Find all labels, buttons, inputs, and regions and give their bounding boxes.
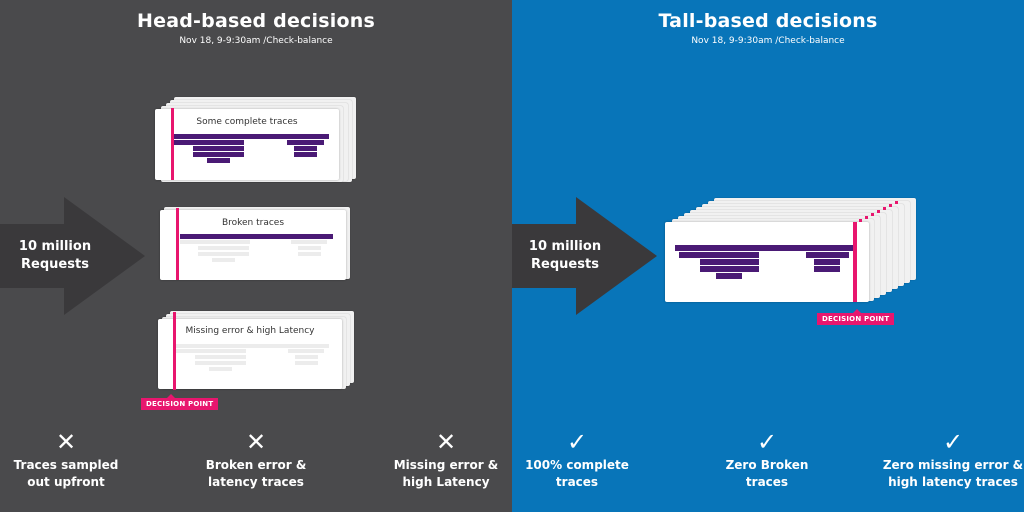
head-based-title: Head-based decisions — [137, 10, 375, 32]
requests-count: 10 million — [18, 239, 92, 254]
check-icon: ✓ — [942, 428, 964, 456]
decision-point-badge: DECISION POINT — [817, 309, 895, 325]
result-text: traces — [745, 475, 789, 489]
result-text: high latency traces — [888, 475, 1018, 489]
card-label-missing: Missing error & high Latency — [185, 326, 315, 336]
tail-based-subtitle: Nov 18, 9-9:30am /Check-balance — [691, 36, 845, 46]
requests-word: Requests — [21, 257, 89, 272]
x-icon: ✕ — [245, 428, 267, 456]
head-based-panel: Head-based decisions Nov 18, 9-9:30am /C… — [0, 0, 512, 512]
card-label-broken: Broken traces — [221, 218, 285, 228]
x-icon: ✕ — [55, 428, 77, 456]
check-icon: ✓ — [566, 428, 588, 456]
result-zero-broken: ✓ Zero Broken traces — [692, 427, 842, 491]
result-text: out upfront — [27, 475, 105, 489]
x-icon: ✕ — [435, 428, 457, 456]
result-text: Broken error & — [205, 458, 307, 472]
decision-point-badge: DECISION POINT — [141, 394, 219, 410]
card-label-complete: Some complete traces — [196, 117, 298, 127]
result-text: Traces sampled — [13, 458, 119, 472]
requests-count: 10 million — [528, 239, 602, 254]
check-icon: ✓ — [756, 428, 778, 456]
decision-line — [176, 208, 179, 280]
requests-label: 10 million Requests — [520, 238, 610, 274]
result-text: traces — [555, 475, 599, 489]
requests-word: Requests — [531, 257, 599, 272]
decision-line — [173, 312, 176, 390]
result-text: Zero missing error & — [882, 458, 1024, 472]
result-text: Missing error & — [393, 458, 499, 472]
result-text: Zero Broken — [725, 458, 809, 472]
head-based-subtitle: Nov 18, 9-9:30am /Check-balance — [179, 36, 333, 46]
tail-based-title: Tall-based decisions — [658, 10, 878, 32]
result-text: 100% complete — [525, 458, 629, 472]
result-text: high Latency — [402, 475, 490, 489]
result-text: latency traces — [208, 475, 304, 489]
result-broken: ✕ Broken error & latency traces — [181, 427, 331, 491]
decision-line — [853, 222, 857, 302]
requests-label: 10 million Requests — [10, 238, 100, 274]
result-complete: ✓ 100% complete traces — [502, 427, 652, 491]
tail-based-panel: Tall-based decisions Nov 18, 9-9:30am /C… — [512, 0, 1024, 512]
decision-line — [171, 108, 174, 180]
result-sampled-out: ✕ Traces sampled out upfront — [0, 427, 141, 491]
result-missing: ✕ Missing error & high Latency — [371, 427, 521, 491]
result-zero-missing: ✓ Zero missing error & high latency trac… — [878, 427, 1024, 491]
